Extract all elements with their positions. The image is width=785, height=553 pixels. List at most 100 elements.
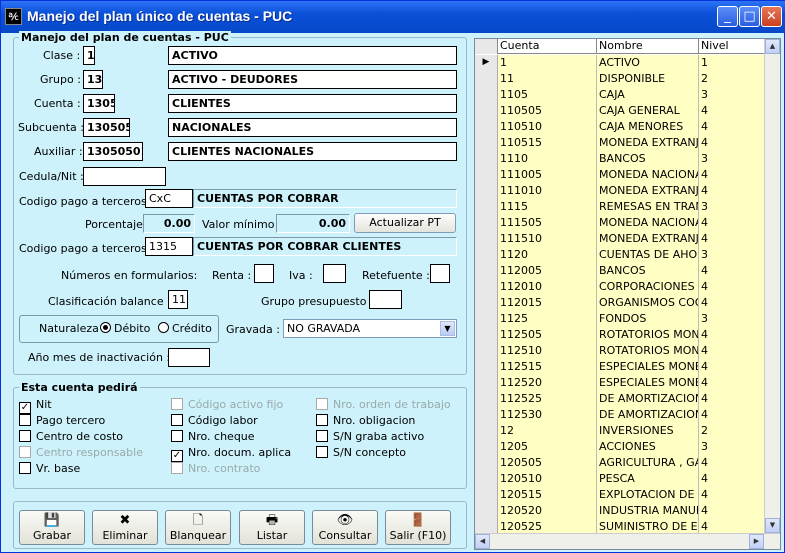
cell-cuenta[interactable]: 112530 bbox=[498, 407, 597, 423]
cell-nivel[interactable]: 3 bbox=[699, 151, 765, 167]
close-button[interactable]: ✕ bbox=[761, 6, 782, 27]
cell-nombre[interactable]: FONDOS bbox=[597, 311, 699, 327]
minimize-button[interactable]: _ bbox=[717, 6, 738, 27]
table-row[interactable]: 112525DE AMORTIZACION MONEDA NACIONAL4 bbox=[475, 391, 765, 407]
cell-cuenta[interactable]: 112515 bbox=[498, 359, 597, 375]
cell-nombre[interactable]: ACCIONES bbox=[597, 439, 699, 455]
cell-cuenta[interactable]: 120515 bbox=[498, 487, 597, 503]
table-row[interactable]: 112520ESPECIALES MONEDA EXTRANJERA4 bbox=[475, 375, 765, 391]
checkbox-col1-0[interactable]: ✓ Nit bbox=[19, 398, 52, 414]
cell-cuenta[interactable]: 112505 bbox=[498, 327, 597, 343]
table-row[interactable]: 11 DISPONIBLE 2 bbox=[475, 71, 765, 87]
chevron-down-icon[interactable]: ▼ bbox=[440, 321, 455, 336]
cell-cuenta[interactable]: 120505 bbox=[498, 455, 597, 471]
grupo-presupuesto-field[interactable] bbox=[369, 290, 402, 309]
auxiliar-name-field[interactable]: CLIENTES NACIONALES bbox=[168, 142, 457, 161]
cell-cuenta[interactable]: 12 bbox=[498, 423, 597, 439]
horizontal-scrollbar[interactable]: ◀ ▶ bbox=[475, 533, 780, 549]
cell-cuenta[interactable]: 120510 bbox=[498, 471, 597, 487]
cell-cuenta[interactable]: 112520 bbox=[498, 375, 597, 391]
grupo-name-field[interactable]: ACTIVO - DEUDORES bbox=[168, 70, 457, 89]
cell-cuenta[interactable]: 120520 bbox=[498, 503, 597, 519]
table-row[interactable]: 110505 CAJA GENERAL 4 bbox=[475, 103, 765, 119]
cell-nombre[interactable]: MONEDA NACIONAL bbox=[597, 167, 699, 183]
cell-cuenta[interactable]: 1120 bbox=[498, 247, 597, 263]
blanquear-button[interactable]: 🗋 Blanquear bbox=[165, 510, 231, 545]
cell-nivel[interactable]: 3 bbox=[699, 199, 765, 215]
checkbox-col2-2[interactable]: Nro. cheque bbox=[171, 430, 255, 443]
checkbox-col3-1[interactable]: Nro. obligacion bbox=[316, 414, 415, 427]
table-row[interactable]: 120520INDUSTRIA MANUFACTURERA4 bbox=[475, 503, 765, 519]
cell-nivel[interactable]: 2 bbox=[699, 71, 765, 87]
cell-nombre[interactable]: MONEDA EXTRANJERA bbox=[597, 183, 699, 199]
table-row[interactable]: 1110 BANCOS 3 bbox=[475, 151, 765, 167]
cell-nombre[interactable]: ORGANISMOS COOPERATIVOS bbox=[597, 295, 699, 311]
table-row[interactable]: 1120CUENTAS DE AHORRO3 bbox=[475, 247, 765, 263]
cell-nombre[interactable]: ESPECIALES MONEDA EXTRANJERA bbox=[597, 375, 699, 391]
cell-cuenta[interactable]: 11 bbox=[498, 71, 597, 87]
clasificacion-field[interactable]: 11 bbox=[168, 290, 188, 309]
cell-nombre[interactable]: MONEDA NACIONAL bbox=[597, 215, 699, 231]
auxiliar-code-field[interactable]: 13050501 bbox=[83, 142, 143, 161]
checkbox-col3-3[interactable]: S/N concepto bbox=[316, 446, 406, 459]
actualizar-pt-button[interactable]: Actualizar PT bbox=[354, 213, 456, 233]
codigo1-code-field[interactable]: CxC bbox=[145, 189, 193, 208]
cell-cuenta[interactable]: 110515 bbox=[498, 135, 597, 151]
debito-radio[interactable]: Débito bbox=[100, 322, 150, 335]
cell-nombre[interactable]: ESPECIALES MONEDA NACIONAL bbox=[597, 359, 699, 375]
accounts-grid[interactable]: Cuenta Nombre Nivel ▶ 1 ACTIVO 1 11 DISPONIBL… bbox=[474, 38, 781, 550]
cell-nombre[interactable]: ROTATORIOS MONEDA NACIONAL bbox=[597, 327, 699, 343]
header-cuenta[interactable]: Cuenta bbox=[498, 39, 597, 54]
cell-nombre[interactable]: BANCOS bbox=[597, 151, 699, 167]
salir-button[interactable]: 🚪 Salir (F10) bbox=[385, 510, 451, 545]
checkbox-col2-3[interactable]: ✓ Nro. docum. aplica bbox=[171, 446, 291, 462]
scroll-left-icon[interactable]: ◀ bbox=[475, 534, 490, 549]
table-row[interactable]: 110510 CAJA MENORES 4 bbox=[475, 119, 765, 135]
cell-nivel[interactable]: 3 bbox=[699, 439, 765, 455]
cell-nivel[interactable]: 4 bbox=[699, 407, 765, 423]
cell-nivel[interactable]: 4 bbox=[699, 183, 765, 199]
cell-cuenta[interactable]: 111010 bbox=[498, 183, 597, 199]
cell-nivel[interactable]: 2 bbox=[699, 423, 765, 439]
renta-field[interactable] bbox=[254, 264, 274, 283]
cell-cuenta[interactable]: 111005 bbox=[498, 167, 597, 183]
cell-cuenta[interactable]: 111505 bbox=[498, 215, 597, 231]
cell-nivel[interactable]: 4 bbox=[699, 231, 765, 247]
cell-cuenta[interactable]: 1 bbox=[498, 55, 597, 71]
cell-nivel[interactable]: 4 bbox=[699, 295, 765, 311]
cell-cuenta[interactable]: 112015 bbox=[498, 295, 597, 311]
cell-nivel[interactable]: 4 bbox=[699, 263, 765, 279]
table-row[interactable]: 112515ESPECIALES MONEDA NACIONAL4 bbox=[475, 359, 765, 375]
cell-nombre[interactable]: CORPORACIONES DE AHORRO bbox=[597, 279, 699, 295]
checkbox-col1-2[interactable]: Centro de costo bbox=[19, 430, 123, 443]
checkbox-col3-2[interactable]: S/N graba activo bbox=[316, 430, 424, 443]
table-row[interactable]: 111005 MONEDA NACIONAL 4 bbox=[475, 167, 765, 183]
cell-nombre[interactable]: DE AMORTIZACION MONEDA NACIONAL bbox=[597, 391, 699, 407]
checkbox-col1-4[interactable]: Vr. base bbox=[19, 462, 80, 475]
table-row[interactable]: 112510ROTATORIOS MONEDA EXTRANJERA4 bbox=[475, 343, 765, 359]
eliminar-button[interactable]: ✖ Eliminar bbox=[92, 510, 158, 545]
cell-nombre[interactable]: CAJA MENORES bbox=[597, 119, 699, 135]
cell-nivel[interactable]: 4 bbox=[699, 327, 765, 343]
scroll-up-icon[interactable]: ▲ bbox=[765, 39, 780, 54]
table-row[interactable]: 112005 BANCOS 4 bbox=[475, 263, 765, 279]
cell-cuenta[interactable]: 112010 bbox=[498, 279, 597, 295]
cell-nombre[interactable]: DISPONIBLE bbox=[597, 71, 699, 87]
table-row[interactable]: 112015ORGANISMOS COOPERATIVOS4 bbox=[475, 295, 765, 311]
cedula-field[interactable] bbox=[83, 167, 166, 186]
cell-nivel[interactable]: 4 bbox=[699, 391, 765, 407]
table-row[interactable]: ▶ 1 ACTIVO 1 bbox=[475, 55, 765, 71]
cell-nombre[interactable]: CAJA bbox=[597, 87, 699, 103]
cell-nombre[interactable]: PESCA bbox=[597, 471, 699, 487]
table-row[interactable]: 111505 MONEDA NACIONAL 4 bbox=[475, 215, 765, 231]
cell-nombre[interactable]: CUENTAS DE AHORRO bbox=[597, 247, 699, 263]
cell-nombre[interactable]: AGRICULTURA , GANADERIA bbox=[597, 455, 699, 471]
cell-nivel[interactable]: 4 bbox=[699, 279, 765, 295]
cell-cuenta[interactable]: 110505 bbox=[498, 103, 597, 119]
cell-nivel[interactable]: 4 bbox=[699, 471, 765, 487]
cell-nombre[interactable]: REMESAS EN TRANSITO bbox=[597, 199, 699, 215]
subcuenta-name-field[interactable]: NACIONALES bbox=[168, 118, 457, 137]
cell-nivel[interactable]: 1 bbox=[699, 55, 765, 71]
credito-radio[interactable]: Crédito bbox=[158, 322, 212, 335]
retefuente-field[interactable] bbox=[430, 264, 450, 283]
